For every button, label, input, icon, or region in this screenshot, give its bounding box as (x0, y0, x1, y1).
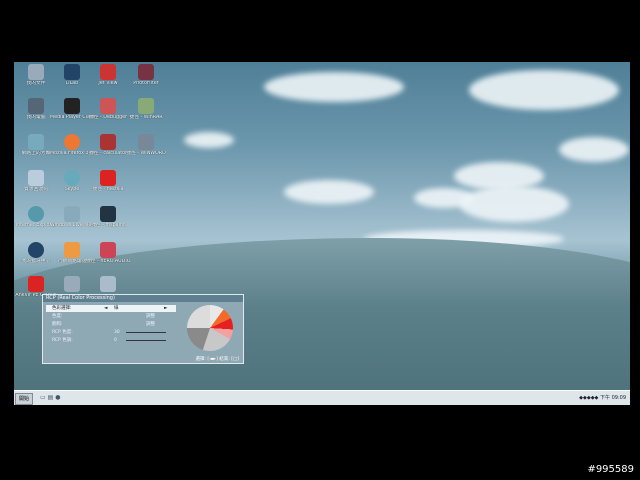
ie-icon (28, 206, 44, 222)
folder-icon (28, 64, 44, 80)
rcp-row-saturation[interactable]: 飽和: 調整 (46, 321, 176, 328)
tray-icon[interactable]: ◆◆◆◆◆ (579, 395, 598, 401)
system-tray: ◆◆◆◆◆ 下午 09:09 (579, 394, 626, 402)
rcp-row-label: 色彩選擇: (52, 306, 72, 311)
desktop-icon-mspaint[interactable]: 捷徑 - mspaint (86, 206, 130, 229)
skype-icon (64, 170, 80, 186)
rcp-row-value: 30 (114, 330, 120, 335)
rcp-osd-panel: RCP (Real Color Processing) 色彩選擇: ◄ 綠 ► … (42, 294, 244, 364)
rcp-row-rcp-tone[interactable]: RCP 色調: 0 (46, 337, 176, 344)
desktop-icon-filezilla[interactable]: 捷徑 - filezilla (86, 170, 130, 193)
desktop-icon-photofilter[interactable]: PhotoFilter (124, 64, 168, 87)
taskbar: 開始 ▭ ▤ ● ◆◆◆◆◆ 下午 09:09 (14, 390, 630, 405)
desktop-screen: 我的文件 DLab Jet View PhotoFilter 我的電腦 Medi… (14, 62, 630, 405)
app-icon (64, 276, 80, 292)
calculator-icon (100, 134, 116, 150)
firefox-icon[interactable]: ● (55, 394, 60, 401)
cloud (184, 132, 234, 148)
start-button[interactable]: 開始 (15, 393, 34, 405)
computer-icon (28, 98, 44, 114)
arrow-left-icon: ◄ (104, 306, 108, 311)
cloud (459, 186, 569, 222)
rcp-row-value: 0 (114, 338, 117, 343)
desktop-icon-winrar[interactable]: 捷徑 - WinRAR (124, 98, 168, 121)
cloud (469, 70, 619, 110)
app-icon (64, 64, 80, 80)
antivirus-icon (28, 276, 44, 292)
watermark: #995589 (587, 464, 634, 475)
cloud (559, 137, 629, 162)
messenger-icon (64, 206, 80, 222)
rcp-row-color-select[interactable]: 色彩選擇: ◄ 綠 ► (46, 305, 176, 312)
clock: 下午 09:09 (600, 395, 626, 401)
rcp-slider[interactable] (126, 332, 166, 333)
rcp-title: RCP (Real Color Processing) (43, 295, 243, 302)
document-icon (138, 134, 154, 150)
arrow-right-icon: ► (164, 306, 168, 311)
cloud (264, 72, 404, 102)
firefox-icon (64, 134, 80, 150)
desktop-icon-winword[interactable]: 捷徑 - WINWORD (124, 134, 168, 157)
app-icon (138, 64, 154, 80)
folder-icon[interactable]: ▤ (48, 394, 54, 401)
paint-icon (100, 206, 116, 222)
archive-icon (138, 98, 154, 114)
desktop-icon-nero-audio[interactable]: 捷徑 - nERO.AUDIO (86, 242, 130, 265)
bluetooth-icon (28, 242, 44, 258)
desktop-icon[interactable]: ▭ (40, 394, 46, 401)
color-wheel (187, 305, 233, 351)
film-icon (64, 98, 80, 114)
rcp-row-value: 調整 (146, 314, 155, 319)
rcp-row-label: RCP 色調: (52, 338, 73, 343)
rcp-row-label: 色度: (52, 314, 63, 319)
rcp-row-hue[interactable]: 色度: 調整 (46, 313, 176, 320)
rcp-row-rcp-hue[interactable]: RCP 色度: 30 (46, 329, 176, 336)
rcp-footer: 選擇: [◄►] 結束: [□] (195, 357, 239, 362)
cloud (284, 180, 374, 204)
audio-icon (100, 242, 116, 258)
rcp-row-label: 飽和: (52, 322, 63, 327)
network-icon (28, 134, 44, 150)
rcp-slider[interactable] (126, 340, 166, 341)
app-icon (100, 276, 116, 292)
rcp-row-value: 調整 (146, 322, 155, 327)
filezilla-icon (100, 170, 116, 186)
recycle-bin-icon (28, 170, 44, 186)
rcp-row-label: RCP 色度: (52, 330, 73, 335)
quick-launch: ▭ ▤ ● (40, 394, 60, 401)
app-icon (100, 64, 116, 80)
desktop-icon-unlabeled-2[interactable] (86, 276, 130, 293)
rcp-row-value: 綠 (114, 306, 119, 311)
bug-icon (100, 98, 116, 114)
phone-icon (64, 242, 80, 258)
